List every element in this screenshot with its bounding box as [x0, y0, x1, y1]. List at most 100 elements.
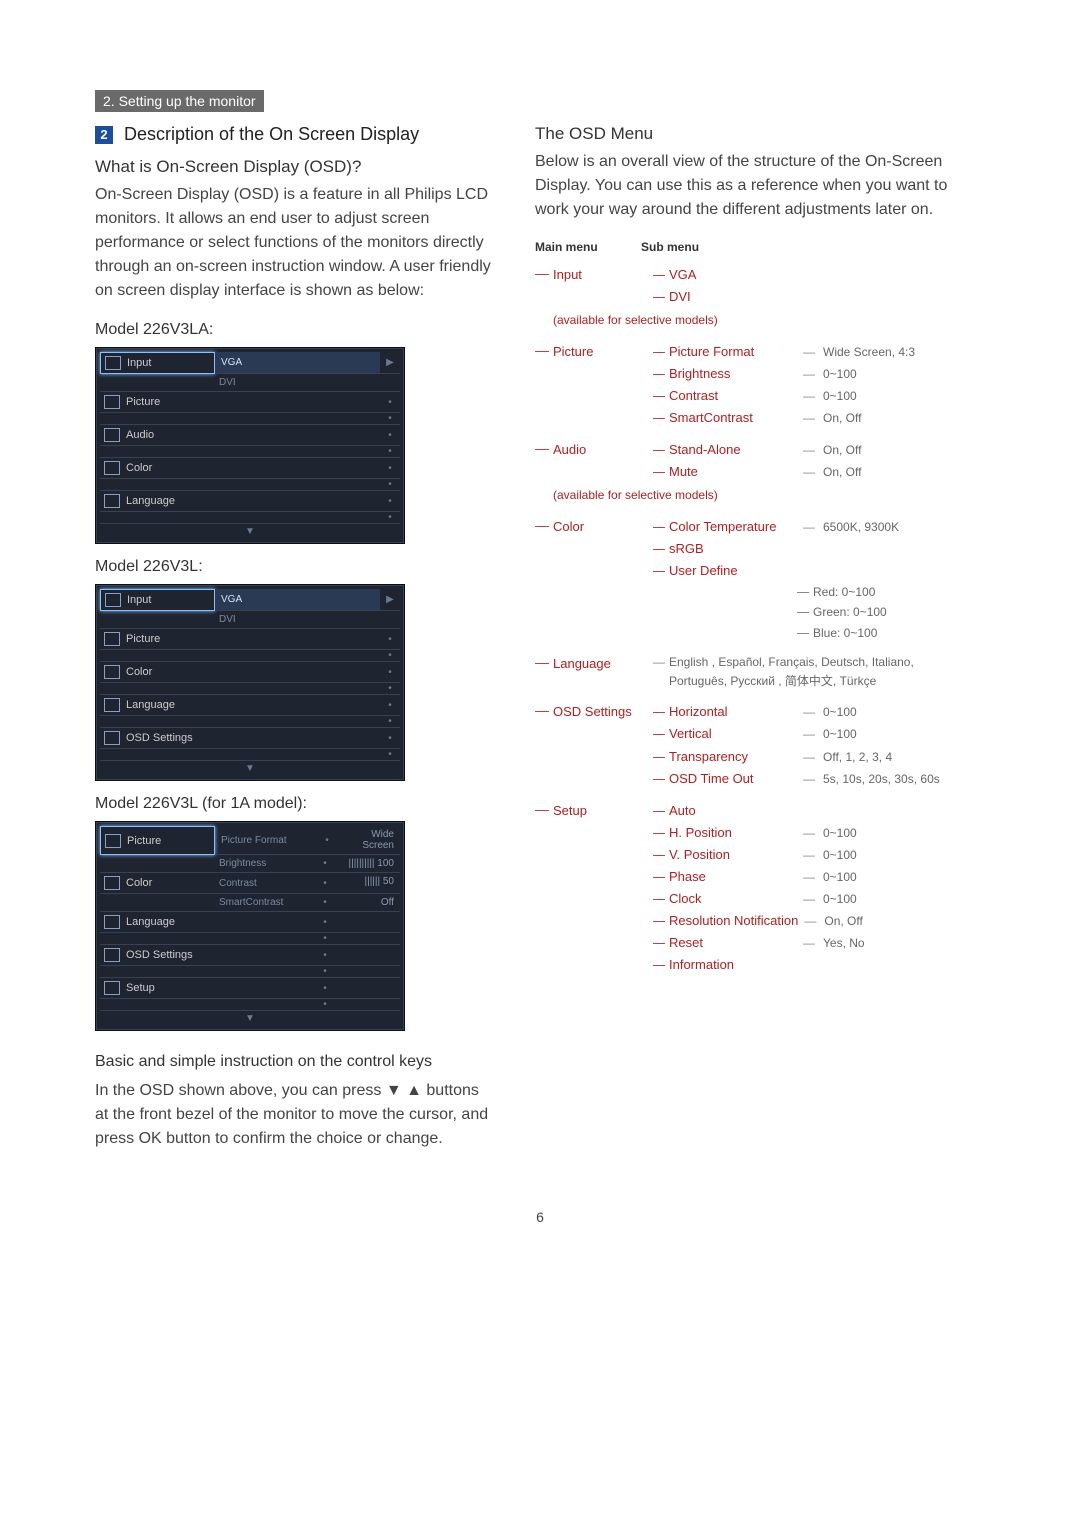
osd-menu-item[interactable]: [100, 413, 213, 425]
tree-sub-label: Reset: [669, 932, 797, 954]
osd-menu-item[interactable]: [100, 749, 213, 761]
osd-submenu-item[interactable]: [213, 716, 380, 728]
osd-menu-item[interactable]: [100, 374, 213, 392]
tree-sub-item: sRGB: [653, 538, 899, 560]
osd-menu-item[interactable]: Setup: [100, 978, 213, 999]
osd-arrow-icon: •: [380, 629, 400, 650]
tree-sub-list: Color Temperature6500K, 9300KsRGBUser De…: [653, 516, 899, 643]
osd-submenu-item[interactable]: [213, 662, 380, 683]
osd-submenu-item[interactable]: [213, 392, 380, 413]
osd-submenu-item[interactable]: [213, 491, 380, 512]
osd-menu-item[interactable]: Input: [100, 589, 215, 611]
osd-menu-item[interactable]: Input: [100, 352, 215, 374]
osd-menu-item[interactable]: [100, 966, 213, 978]
osd-setting-name[interactable]: Picture Format: [215, 826, 317, 855]
osd-submenu-item[interactable]: [213, 749, 380, 761]
osd-setting-value: |||||||||| 100: [335, 855, 400, 873]
tree-sub-label: Horizontal: [669, 701, 797, 723]
osd-menu-item[interactable]: Picture: [100, 392, 213, 413]
tree-sub-label: Auto: [669, 800, 797, 822]
osd-submenu-item[interactable]: [213, 446, 380, 458]
osd-setting-name[interactable]: Contrast: [213, 873, 315, 894]
osd-setting-name[interactable]: SmartContrast: [213, 894, 315, 912]
osd-submenu-item[interactable]: [213, 683, 380, 695]
osd-row: •: [100, 650, 400, 662]
osd-row: DVI: [100, 374, 400, 392]
osd-menu-item[interactable]: [100, 999, 213, 1011]
osd-row: •: [100, 446, 400, 458]
osd-submenu-item[interactable]: [213, 695, 380, 716]
osd-menu-item[interactable]: Language: [100, 695, 213, 716]
osd-menu-item[interactable]: [100, 894, 213, 912]
osd-menu-item[interactable]: OSD Settings: [100, 728, 213, 749]
osd-menu-item[interactable]: [100, 611, 213, 629]
osd-setting-value: [335, 912, 400, 933]
osd-menu-item[interactable]: OSD Settings: [100, 945, 213, 966]
osd-row: Language •: [100, 912, 400, 933]
osd-menu-item[interactable]: Color: [100, 662, 213, 683]
osd-setting-name[interactable]: [213, 933, 315, 945]
osd-setting-name[interactable]: [213, 966, 315, 978]
osd-menu-item[interactable]: Color: [100, 873, 213, 894]
osd-menu-item[interactable]: Language: [100, 491, 213, 512]
osd-setting-name[interactable]: [213, 999, 315, 1011]
osd-submenu-item[interactable]: [213, 512, 380, 524]
section-title-text: Description of the On Screen Display: [124, 124, 419, 144]
osd-submenu-item[interactable]: [213, 629, 380, 650]
osd-submenu-item[interactable]: DVI: [213, 611, 380, 629]
tree-main-label: Audio: [553, 439, 653, 461]
menu-tree: InputVGADVI(available for selective mode…: [535, 264, 955, 976]
tree-sub-label: Transparency: [669, 746, 797, 768]
osd-setting-value: Off: [335, 894, 400, 912]
osd-menu-item[interactable]: [100, 716, 213, 728]
tree-sub-item: Color Temperature6500K, 9300K: [653, 516, 899, 538]
osd-menu-label: Color: [126, 666, 152, 678]
osd-arrow-icon: •: [380, 650, 400, 662]
tree-sub-value: 5s, 10s, 20s, 30s, 60s: [803, 772, 940, 786]
tree-main-item: ColorColor Temperature6500K, 9300KsRGBUs…: [553, 516, 955, 643]
osd-submenu-item[interactable]: VGA: [215, 352, 380, 374]
osd-menu-item[interactable]: [100, 855, 213, 873]
osd-menu-item[interactable]: [100, 933, 213, 945]
tree-sub-item: ResetYes, No: [653, 932, 865, 954]
osd-menu-item[interactable]: Color: [100, 458, 213, 479]
osd-submenu-item[interactable]: [213, 650, 380, 662]
tree-sub-value: Off, 1, 2, 3, 4: [803, 750, 892, 764]
osd-setting-name[interactable]: [213, 912, 315, 933]
osd-submenu-item[interactable]: [213, 425, 380, 446]
osd-menu-item[interactable]: Audio: [100, 425, 213, 446]
osd-arrow-icon: •: [380, 716, 400, 728]
osd-submenu-item[interactable]: [213, 458, 380, 479]
osd-setting-name[interactable]: [213, 978, 315, 999]
osd-arrow-icon: •: [380, 392, 400, 413]
osd-setting-name[interactable]: Brightness: [213, 855, 315, 873]
osd-menu-item[interactable]: [100, 446, 213, 458]
osd-menu-item[interactable]: Picture: [100, 826, 215, 855]
osd-row: Picture •: [100, 392, 400, 413]
osd-arrow-icon: •: [380, 458, 400, 479]
osd-menu-item[interactable]: Picture: [100, 629, 213, 650]
tree-header-sub: Sub menu: [641, 240, 699, 254]
osd-setting-value: [335, 966, 400, 978]
osd-menu-label: OSD Settings: [126, 949, 193, 961]
tree-main-label: Language: [553, 653, 653, 675]
osd-menu-item[interactable]: [100, 683, 213, 695]
osd-menu-icon: [105, 834, 121, 848]
osd-arrow-icon: •: [315, 912, 335, 933]
osd-submenu-item[interactable]: [213, 728, 380, 749]
osd-submenu-item[interactable]: VGA: [215, 589, 380, 611]
osd-submenu-item[interactable]: DVI: [213, 374, 380, 392]
osd-submenu-item[interactable]: [213, 479, 380, 491]
osd-menu-item[interactable]: Language: [100, 912, 213, 933]
tree-sub-item: H. Position0~100: [653, 822, 865, 844]
tree-user-define-item: Green: 0~100: [797, 602, 899, 622]
osd-row: Audio•: [100, 425, 400, 446]
osd-menu-item[interactable]: [100, 650, 213, 662]
osd-menu-label: Input: [127, 357, 151, 369]
osd-menu-item[interactable]: [100, 512, 213, 524]
osd-setting-name[interactable]: [213, 945, 315, 966]
osd-submenu-item[interactable]: [213, 413, 380, 425]
osd-menu-item[interactable]: [100, 479, 213, 491]
osd-menu-icon: [104, 494, 120, 508]
osd-row: Setup•: [100, 978, 400, 999]
